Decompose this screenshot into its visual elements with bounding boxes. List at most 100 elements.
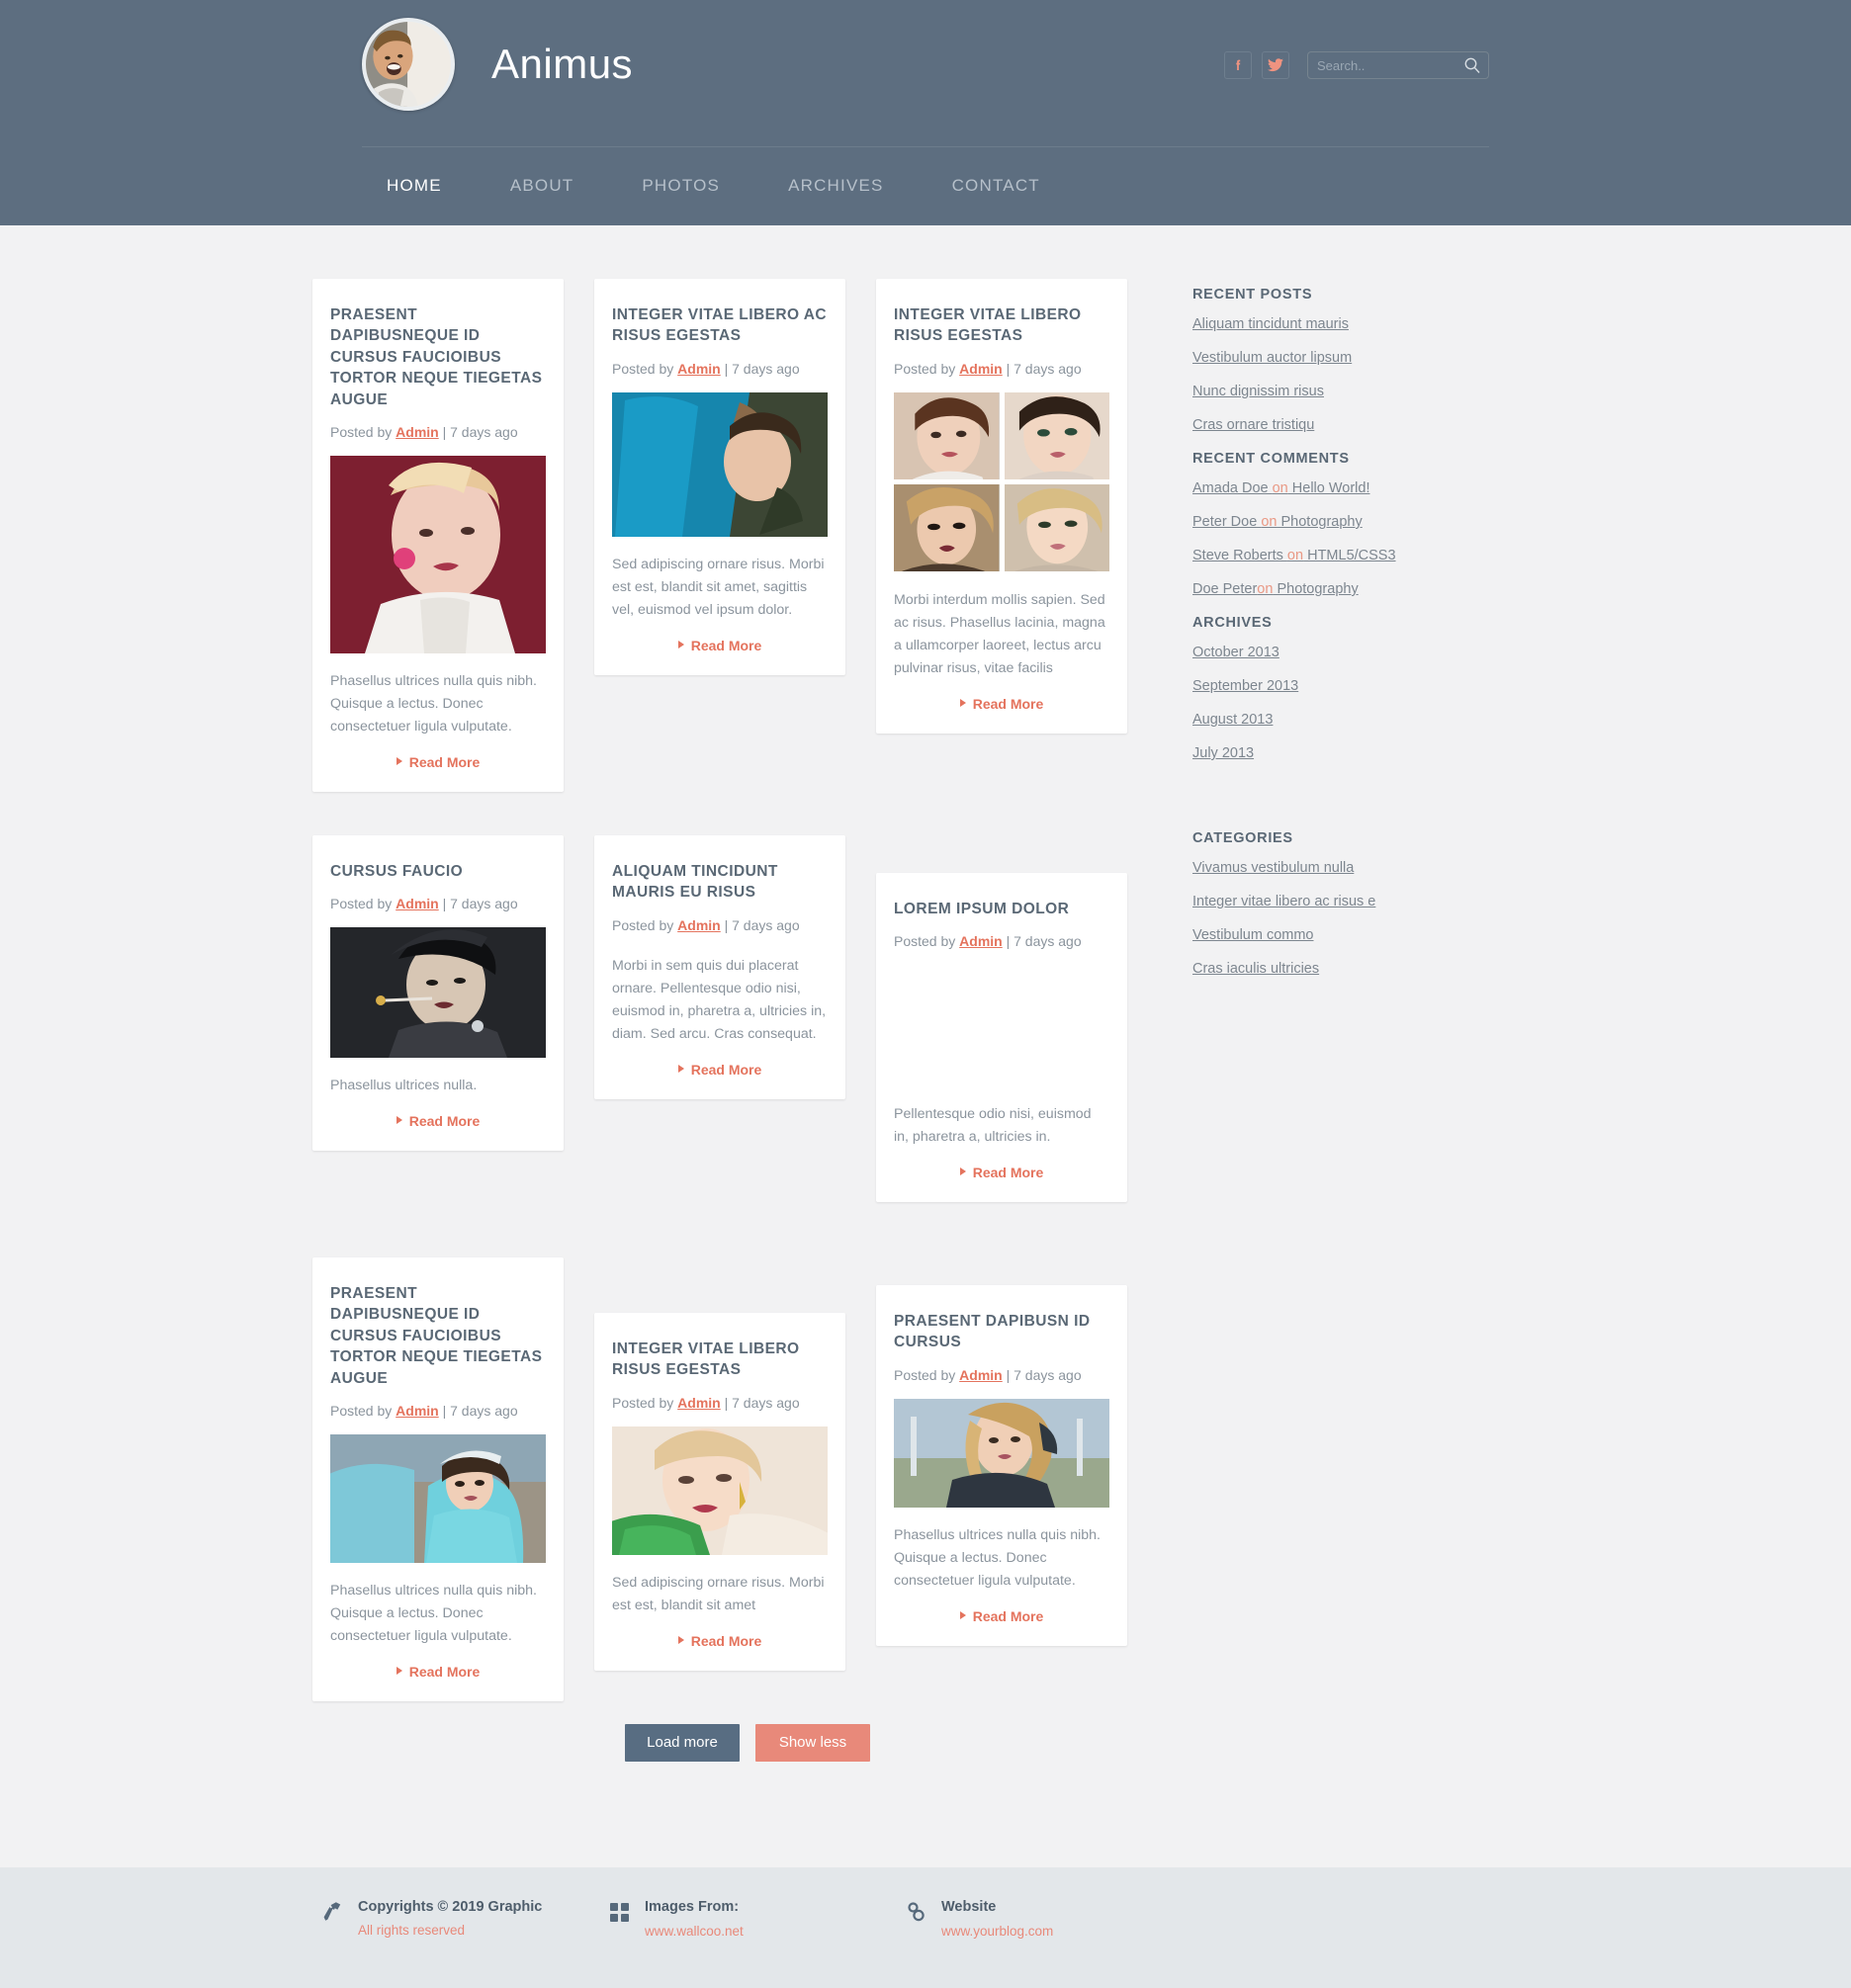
read-more-link[interactable]: Read More xyxy=(330,1664,546,1680)
read-more-link[interactable]: Read More xyxy=(894,1608,1109,1624)
sidebar-heading-recent-posts: RECENT POSTS xyxy=(1192,287,1313,303)
read-more-link[interactable]: Read More xyxy=(612,638,828,653)
post-author[interactable]: Admin xyxy=(677,917,721,933)
sidebar-recent-comment[interactable]: Doe Peteron Photography xyxy=(1192,581,1519,597)
post-meta: Posted by Admin | 7 days ago xyxy=(330,1403,546,1419)
post-excerpt: Phasellus ultrices nulla quis nibh. Quis… xyxy=(330,1582,537,1644)
face-photo-icon xyxy=(894,391,1000,479)
post-card[interactable]: INTEGER VITAE LIBERO AC RISUS EGESTAS Po… xyxy=(594,279,845,675)
nav-item-contact[interactable]: CONTACT xyxy=(952,176,1040,196)
post-card[interactable]: PRAESENT DAPIBUSN ID CURSUS Posted by Ad… xyxy=(876,1285,1127,1646)
posted-by-label: Posted by xyxy=(612,1394,674,1411)
pagination-buttons: Load more Show less xyxy=(312,1702,1539,1762)
sidebar-recent-post[interactable]: Vestibulum auctor lipsum xyxy=(1192,350,1519,366)
read-more-link[interactable]: Read More xyxy=(894,696,1109,712)
posted-by-label: Posted by xyxy=(894,933,956,950)
post-author[interactable]: Admin xyxy=(396,424,439,440)
post-image-placeholder xyxy=(894,965,1109,1103)
sidebar-archive-link[interactable]: October 2013 xyxy=(1192,645,1519,660)
sidebar-recent-post[interactable]: Nunc dignissim risus xyxy=(1192,384,1519,399)
sidebar-category-link[interactable]: Vivamus vestibulum nulla xyxy=(1192,860,1519,876)
search-box[interactable] xyxy=(1307,51,1489,79)
post-meta: Posted by Admin | 7 days ago xyxy=(894,1367,1109,1383)
post-excerpt: Morbi interdum mollis sapien. Sed ac ris… xyxy=(894,591,1105,676)
read-more-link[interactable]: Read More xyxy=(612,1633,828,1649)
post-card[interactable]: PRAESENT DAPIBUSNEQUE ID CURSUS FAUCIOIB… xyxy=(312,1257,564,1701)
post-author[interactable]: Admin xyxy=(396,1403,439,1419)
post-author[interactable]: Admin xyxy=(959,361,1003,377)
load-more-button[interactable]: Load more xyxy=(625,1724,740,1762)
post-meta: Posted by Admin | 7 days ago xyxy=(894,361,1109,377)
read-more-link[interactable]: Read More xyxy=(612,1062,828,1078)
outdoor-portrait-photo-icon xyxy=(330,1433,546,1563)
triangle-icon xyxy=(959,1167,966,1176)
post-author[interactable]: Admin xyxy=(959,1367,1003,1383)
footer-rights-text: All rights reserved xyxy=(358,1923,466,1938)
post-excerpt: Morbi in sem quis dui placerat ornare. P… xyxy=(612,957,827,1042)
avatar-portrait-icon xyxy=(366,22,451,107)
sidebar-recent-comment[interactable]: Steve Roberts on HTML5/CSS3 xyxy=(1192,548,1519,563)
post-image xyxy=(330,927,546,1059)
sidebar-category-link[interactable]: Integer vitae libero ac risus e xyxy=(1192,894,1519,909)
post-photo-grid xyxy=(894,391,1109,571)
post-meta: Posted by Admin | 7 days ago xyxy=(330,896,546,911)
post-excerpt: Sed adipiscing ornare risus. Morbi est e… xyxy=(612,556,825,618)
sidebar-archive-link[interactable]: August 2013 xyxy=(1192,712,1519,728)
footer-images-column: Images From: www.wallcoo.net xyxy=(609,1899,906,1941)
hammer-icon xyxy=(322,1901,344,1928)
read-more-link[interactable]: Read More xyxy=(330,1113,546,1129)
footer-website-link[interactable]: www.yourblog.com xyxy=(941,1924,1053,1939)
post-date: | 7 days ago xyxy=(442,1402,518,1419)
post-author[interactable]: Admin xyxy=(677,361,721,377)
facebook-icon[interactable] xyxy=(1224,51,1252,79)
search-icon[interactable] xyxy=(1463,56,1481,79)
sidebar-recent-post[interactable]: Cras ornare tristiqu xyxy=(1192,417,1519,433)
posted-by-label: Posted by xyxy=(330,1402,393,1419)
post-image xyxy=(330,1433,546,1563)
sidebar-recent-comment[interactable]: Peter Doe on Photography xyxy=(1192,514,1519,530)
post-card[interactable]: LOREM IPSUM DOLOR Posted by Admin | 7 da… xyxy=(876,873,1127,1203)
read-more-label: Read More xyxy=(408,753,481,770)
nav-item-archives[interactable]: ARCHIVES xyxy=(788,176,884,196)
show-less-button[interactable]: Show less xyxy=(755,1724,870,1762)
post-card[interactable]: PRAESENT DAPIBUSNEQUE ID CURSUS FAUCIOIB… xyxy=(312,279,564,792)
read-more-link[interactable]: Read More xyxy=(330,754,546,770)
comment-on-label: on xyxy=(1286,548,1304,563)
post-date: | 7 days ago xyxy=(724,1394,800,1411)
post-title: INTEGER VITAE LIBERO RISUS EGESTAS xyxy=(612,1340,800,1379)
post-card[interactable]: ALIQUAM TINCIDUNT MAURIS EU RISUS Posted… xyxy=(594,835,845,1099)
post-date: | 7 days ago xyxy=(1006,1366,1082,1383)
sidebar-heading-categories: CATEGORIES xyxy=(1192,830,1293,846)
grid-photo xyxy=(1004,391,1109,479)
post-card[interactable]: CURSUS FAUCIO Posted by Admin | 7 days a… xyxy=(312,835,564,1152)
nav-item-photos[interactable]: PHOTOS xyxy=(642,176,720,196)
sidebar-category-link[interactable]: Cras iaculis ultricies xyxy=(1192,961,1519,977)
site-footer: Copyrights © 2019 Graphic All rights res… xyxy=(0,1867,1851,1988)
sidebar-archive-link[interactable]: July 2013 xyxy=(1192,745,1519,761)
footer-images-link[interactable]: www.wallcoo.net xyxy=(645,1924,744,1939)
twitter-icon[interactable] xyxy=(1262,51,1289,79)
post-excerpt: Phasellus ultrices nulla quis nibh. Quis… xyxy=(894,1526,1101,1589)
post-author[interactable]: Admin xyxy=(396,896,439,911)
brand-title: Animus xyxy=(491,41,634,87)
comment-on-label: on xyxy=(1257,581,1274,597)
sidebar-category-link[interactable]: Vestibulum commo xyxy=(1192,927,1519,943)
footer-copyright-column: Copyrights © 2019 Graphic All rights res… xyxy=(322,1899,609,1941)
post-card[interactable]: INTEGER VITAE LIBERO RISUS EGESTAS Poste… xyxy=(594,1313,845,1671)
portrait-photo-icon xyxy=(330,455,546,653)
post-author[interactable]: Admin xyxy=(677,1395,721,1411)
search-input[interactable] xyxy=(1308,52,1488,78)
post-title: INTEGER VITAE LIBERO RISUS EGESTAS xyxy=(894,306,1082,345)
read-more-link[interactable]: Read More xyxy=(894,1165,1109,1180)
post-card[interactable]: INTEGER VITAE LIBERO RISUS EGESTAS Poste… xyxy=(876,279,1127,734)
nav-item-home[interactable]: HOME xyxy=(387,176,442,196)
sidebar-recent-post[interactable]: Aliquam tincidunt mauris xyxy=(1192,316,1519,332)
sidebar-archive-link[interactable]: September 2013 xyxy=(1192,678,1519,694)
post-author[interactable]: Admin xyxy=(959,933,1003,949)
comment-author: Amada Doe xyxy=(1192,480,1273,496)
triangle-icon xyxy=(677,1064,684,1073)
read-more-label: Read More xyxy=(690,637,762,653)
sidebar-recent-comment[interactable]: Amada Doe on Hello World! xyxy=(1192,480,1519,496)
nav-item-about[interactable]: ABOUT xyxy=(510,176,574,196)
main-nav: HOME ABOUT PHOTOS ARCHIVES CONTACT xyxy=(362,147,1489,224)
